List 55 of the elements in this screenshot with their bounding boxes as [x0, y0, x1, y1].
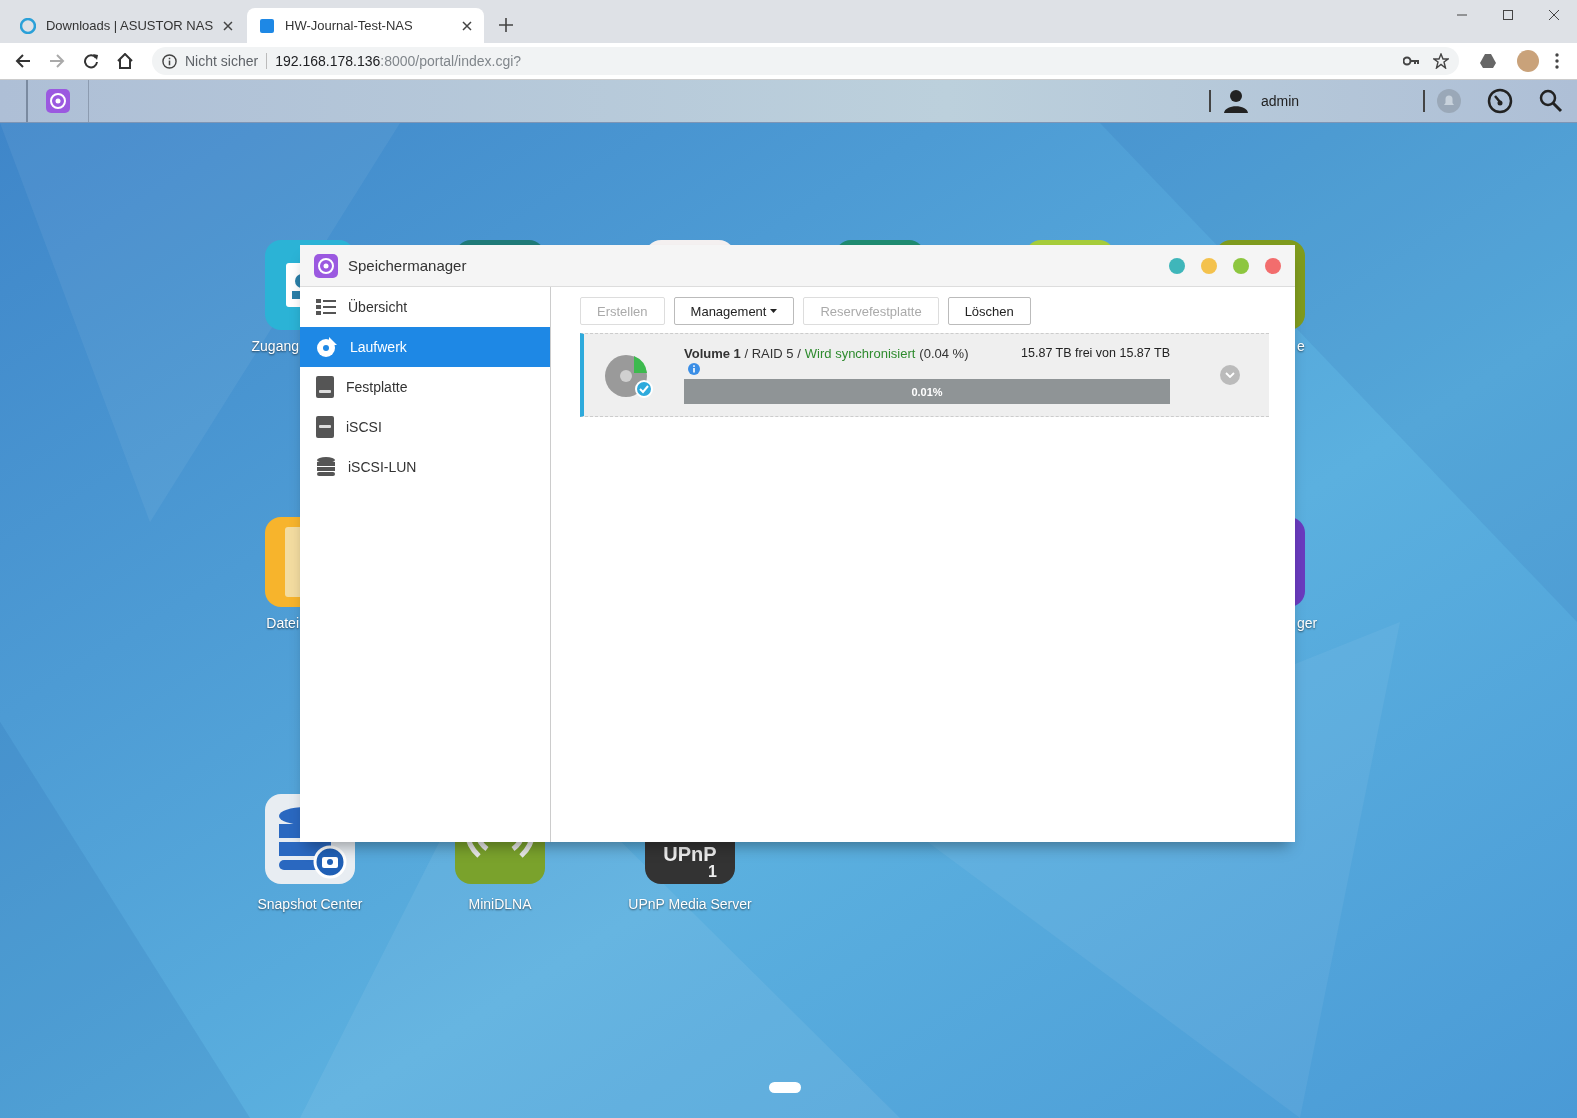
app-launcher-icon[interactable]: [46, 89, 70, 113]
app-label: Snapshot Center: [256, 896, 364, 912]
dock-handle[interactable]: [769, 1082, 801, 1093]
site-icon: [259, 17, 275, 34]
plus-icon[interactable]: [499, 18, 513, 32]
back-arrow-icon[interactable]: [15, 53, 31, 69]
search-icon[interactable]: [1539, 89, 1563, 113]
key-icon[interactable]: [1403, 56, 1419, 66]
menu-icon[interactable]: [1555, 53, 1559, 69]
username[interactable]: admin: [1261, 93, 1411, 109]
security-label: Nicht sicher: [185, 53, 268, 69]
logo-text: UPnP: [663, 844, 717, 864]
toolbar-button[interactable]: Löschen: [947, 297, 1031, 325]
app-label: ger: [1297, 615, 1318, 631]
app-label: Zugang: [251, 338, 299, 354]
gauge-icon[interactable]: [1487, 88, 1513, 114]
window-control[interactable]: [1265, 257, 1281, 274]
close-icon[interactable]: [1549, 10, 1559, 20]
volume-heading: Volume 1 / RAID 5 / Wird synchronisiert (0.04 %): [684, 346, 969, 361]
maximize-icon[interactable]: [1503, 10, 1513, 20]
app-label: e: [1297, 338, 1305, 354]
home-icon[interactable]: [116, 53, 134, 69]
sidebar-item[interactable]: iSCSI-LUN: [300, 447, 550, 487]
volume-icon: [316, 336, 338, 358]
sidebar-item[interactable]: iSCSI: [300, 407, 550, 447]
hard-drive-icon: [316, 416, 334, 438]
sidebar-item[interactable]: Laufwerk: [300, 327, 550, 367]
browser-tab[interactable]: Downloads | ASUSTOR NAS: [8, 8, 245, 43]
star-icon[interactable]: [1433, 53, 1449, 69]
info-icon[interactable]: [162, 53, 177, 69]
app-label: MiniDLNA: [467, 896, 533, 912]
window-title: Speichermanager: [348, 257, 467, 274]
app-label: UPnP Media Server: [627, 896, 753, 912]
url-text[interactable]: 192.168.178.136:8000/portal/index.cgi?: [275, 53, 522, 69]
tab-title: HW-Journal-Test-NAS: [285, 18, 414, 33]
site-icon: [20, 17, 36, 34]
database-icon: [316, 456, 336, 478]
progress-text: 0.01%: [911, 385, 943, 398]
list-icon: [316, 298, 336, 316]
app-icon: [314, 253, 338, 278]
browser-tab[interactable]: HW-Journal-Test-NAS: [247, 8, 484, 43]
sidebar-item[interactable]: Übersicht: [300, 287, 550, 327]
toolbar-button[interactable]: Management: [673, 297, 795, 325]
reload-icon[interactable]: [83, 53, 99, 69]
hard-drive-icon: [316, 376, 334, 398]
close-icon[interactable]: [223, 20, 233, 31]
logo-text: 1: [708, 864, 717, 880]
sidebar-item[interactable]: Festplatte: [300, 367, 550, 407]
disk-icon: [605, 355, 653, 398]
close-icon[interactable]: [462, 20, 472, 31]
user-icon[interactable]: [1223, 89, 1249, 113]
capacity-text: 15.87 TB frei von 15.87 TB: [1021, 346, 1170, 361]
caret-icon: [770, 309, 778, 313]
app-label: Datei: [266, 615, 299, 631]
tab-title: Downloads | ASUSTOR NAS: [45, 18, 214, 33]
